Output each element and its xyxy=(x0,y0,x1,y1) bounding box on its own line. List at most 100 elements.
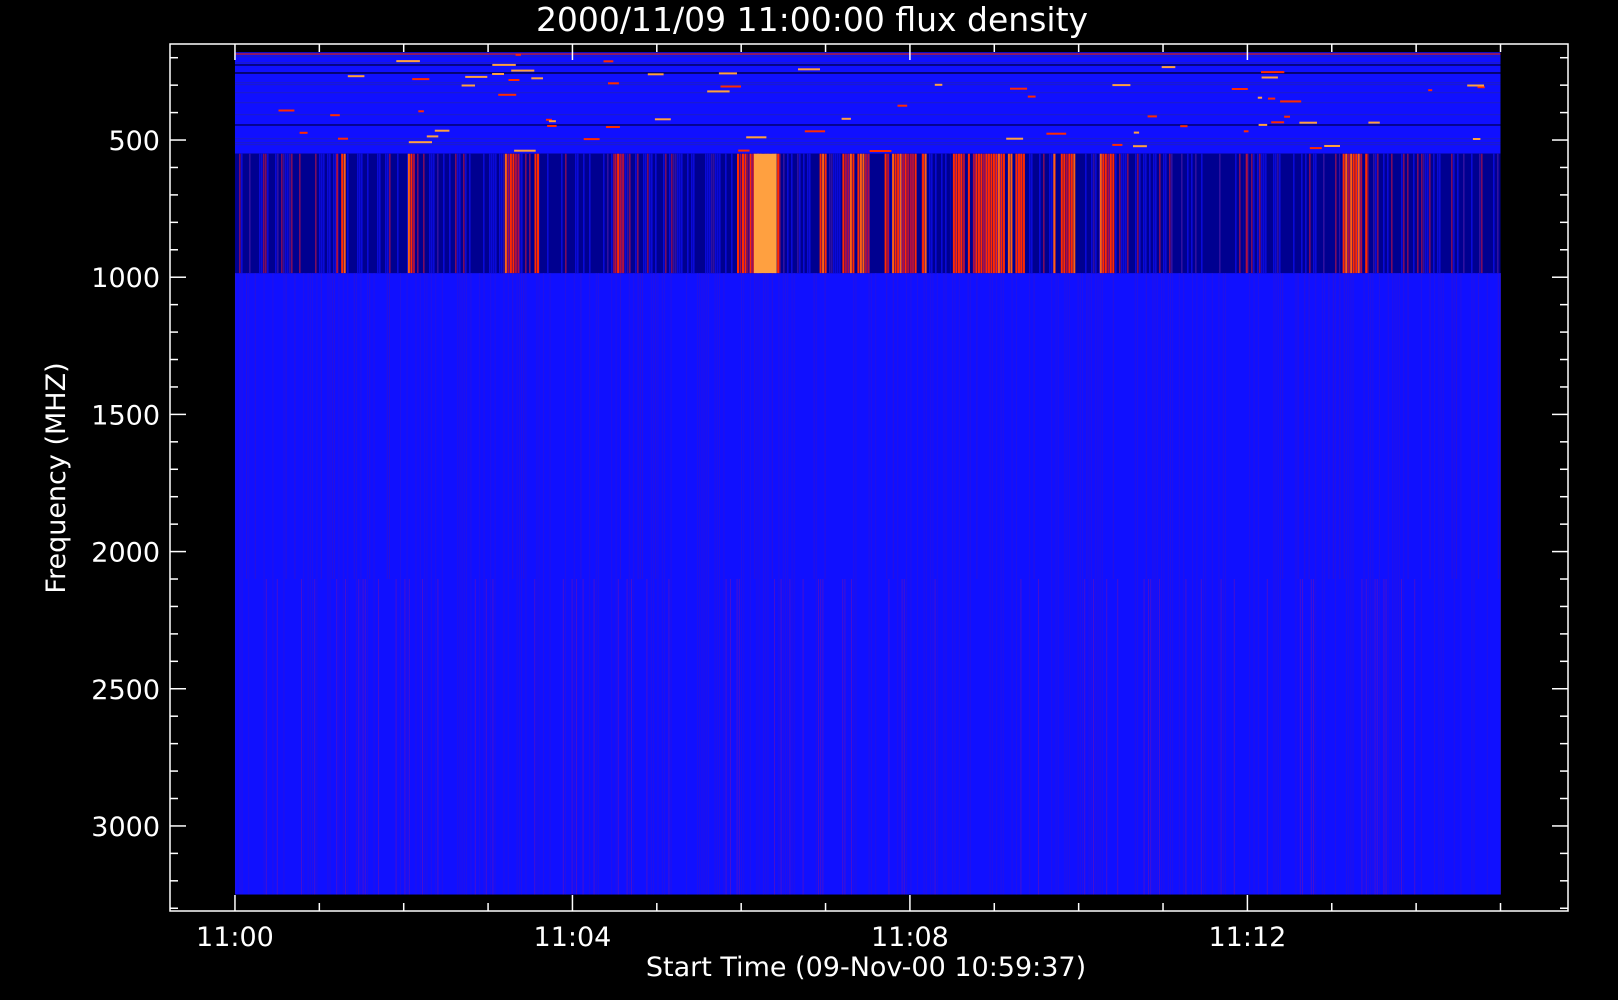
texture-line xyxy=(767,273,769,895)
burst-texture-line xyxy=(627,153,629,274)
texture-line xyxy=(1324,273,1325,895)
texture-line xyxy=(562,579,564,895)
burst-texture-line xyxy=(1277,153,1279,274)
texture-line xyxy=(1172,273,1174,895)
burst-texture-line xyxy=(1191,153,1193,274)
burst-mark xyxy=(407,153,410,274)
burst-texture-line xyxy=(1135,153,1137,274)
burst-texture-line xyxy=(377,153,379,274)
texture-line xyxy=(756,273,758,895)
burst-texture-line xyxy=(1119,153,1121,274)
burst-mark xyxy=(1245,153,1248,274)
texture-line xyxy=(512,273,514,580)
burst-mark xyxy=(950,153,953,274)
burst-texture-line xyxy=(791,153,793,274)
burst-texture-line xyxy=(1235,153,1237,274)
texture-line xyxy=(1225,273,1226,895)
burst-texture-line xyxy=(267,153,269,274)
texture-line xyxy=(716,273,718,895)
texture-line xyxy=(655,273,657,580)
spike-mark xyxy=(465,75,488,78)
burst-texture-line xyxy=(709,153,711,274)
spike-mark xyxy=(1258,123,1268,126)
burst-mark xyxy=(777,153,780,274)
burst-mark xyxy=(1053,153,1056,274)
burst-texture-line xyxy=(1423,153,1425,274)
burst-texture-line xyxy=(1313,153,1315,274)
spike-mark xyxy=(1161,66,1176,69)
burst-texture-line xyxy=(469,153,471,274)
spike-mark xyxy=(1133,131,1140,134)
texture-line xyxy=(628,273,630,895)
texture-line xyxy=(415,273,417,895)
texture-line xyxy=(441,273,443,895)
texture-line xyxy=(525,273,527,895)
burst-texture-line xyxy=(361,153,363,274)
burst-texture-line xyxy=(239,153,241,274)
burst-texture-line xyxy=(319,153,321,274)
burst-mark xyxy=(410,153,413,274)
texture-line xyxy=(265,579,267,895)
texture-line xyxy=(1453,273,1455,895)
texture-line xyxy=(791,273,793,895)
burst-texture-line xyxy=(465,153,467,274)
texture-line xyxy=(701,273,703,895)
spike-mark xyxy=(1428,89,1433,92)
texture-line xyxy=(549,273,551,895)
burst-texture-line xyxy=(1195,153,1197,274)
burst-mark xyxy=(975,153,978,274)
texture-line xyxy=(1315,273,1317,895)
texture-line xyxy=(492,579,494,895)
burst-mark xyxy=(1063,153,1066,274)
burst-mark xyxy=(1007,153,1010,274)
texture-line xyxy=(642,273,643,580)
texture-line xyxy=(1086,273,1088,580)
burst-mark xyxy=(1015,153,1018,274)
burst-mark xyxy=(957,153,960,274)
texture-line xyxy=(958,273,960,895)
texture-line xyxy=(1218,273,1220,895)
burst-mark xyxy=(1340,153,1343,274)
texture-line xyxy=(1401,579,1402,895)
burst-texture-line xyxy=(1323,153,1325,274)
burst-mark xyxy=(514,153,517,274)
texture-line xyxy=(595,273,597,895)
burst-mark xyxy=(947,153,950,274)
burst-texture-line xyxy=(1427,153,1429,274)
texture-line xyxy=(1064,273,1066,895)
burst-texture-line xyxy=(493,153,495,274)
spike-mark xyxy=(934,83,943,86)
texture-line xyxy=(1159,579,1160,895)
burst-texture-line xyxy=(1387,153,1389,274)
burst-texture-line xyxy=(717,153,719,274)
burst-texture-line xyxy=(291,153,293,274)
spike-mark xyxy=(1324,145,1340,147)
texture-line xyxy=(1002,273,1004,895)
spike-mark xyxy=(1006,137,1024,140)
texture-line xyxy=(358,579,360,895)
texture-line xyxy=(1460,273,1462,895)
texture-line xyxy=(1368,273,1369,895)
burst-texture-line xyxy=(1259,153,1261,274)
burst-mark xyxy=(977,153,980,274)
texture-line xyxy=(697,273,698,895)
texture-line xyxy=(686,273,687,895)
texture-line xyxy=(1145,273,1147,580)
burst-mark xyxy=(341,153,344,274)
burst-mark xyxy=(534,153,537,274)
texture-line xyxy=(1407,273,1409,580)
spike-mark xyxy=(804,130,826,133)
spike-mark xyxy=(492,63,516,66)
texture-line xyxy=(239,273,241,895)
burst-texture-line xyxy=(1263,153,1265,274)
texture-line xyxy=(617,579,619,895)
burst-texture-line xyxy=(783,153,785,274)
texture-line xyxy=(470,273,472,895)
burst-mark xyxy=(1065,153,1068,274)
burst-texture-line xyxy=(1275,153,1277,274)
texture-line xyxy=(573,273,575,895)
texture-line xyxy=(1339,273,1341,580)
burst-texture-line xyxy=(495,153,497,274)
spike-mark xyxy=(897,104,908,107)
texture-line xyxy=(1385,579,1387,895)
